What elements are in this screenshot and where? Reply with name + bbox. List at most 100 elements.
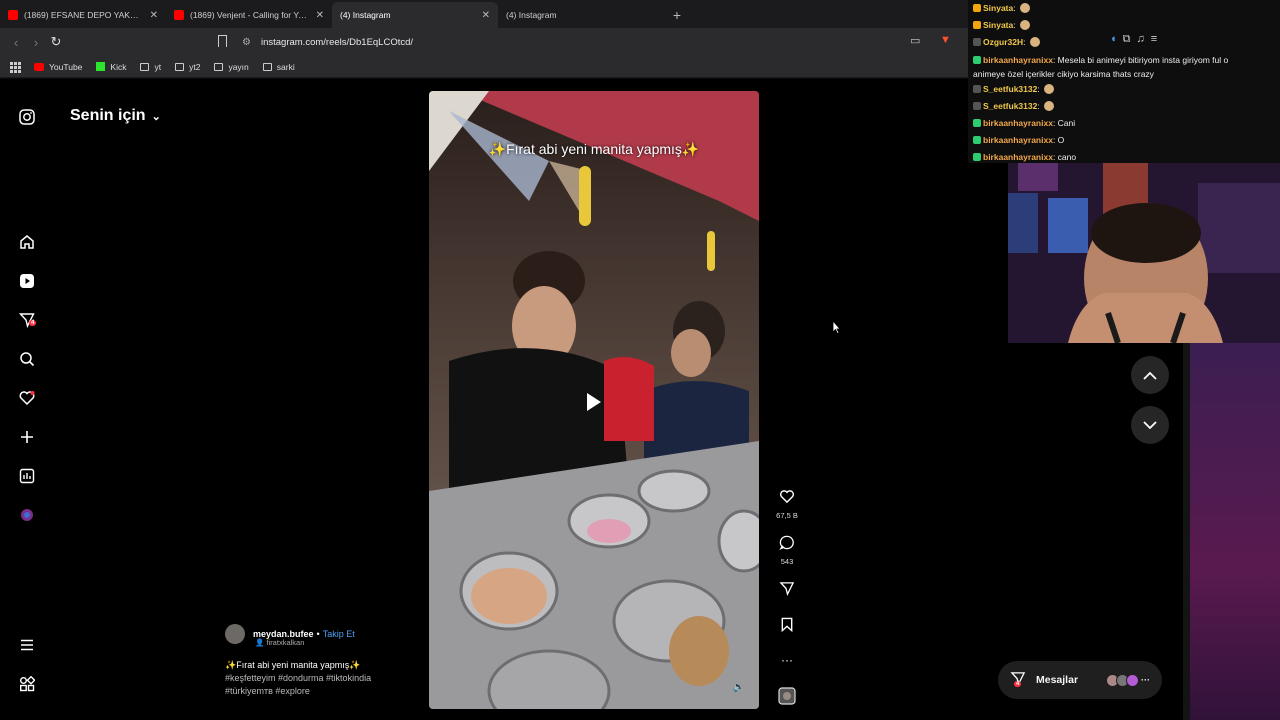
bookmark-folder-yt[interactable]: yt <box>140 62 161 72</box>
bookmark-folder-yayin[interactable]: yayın <box>214 62 249 72</box>
emote-icon <box>1044 101 1055 111</box>
youtube-icon <box>34 62 44 71</box>
notification-badge: 4 <box>29 320 37 326</box>
browser-tab-3[interactable]: (4) Instagram ✕ <box>332 2 498 28</box>
forward-icon[interactable]: › <box>26 35 46 50</box>
extensions-icon[interactable]: ⧉ <box>1123 33 1131 46</box>
chat-message: birkaanhayranixx: Cani <box>973 115 1275 132</box>
home-icon[interactable] <box>17 232 37 252</box>
post-description: ✨Fırat abi yeni manita yapmış✨ #keşfette… <box>225 660 372 696</box>
browser-tab-1[interactable]: (1869) EFSANE DEPO YAKALADIK / S✕ <box>0 2 166 28</box>
direct-messages-icon[interactable]: 4 <box>17 310 37 330</box>
site-settings-icon[interactable]: ⚙ <box>242 37 251 48</box>
youtube-icon <box>174 10 184 20</box>
browser-toolbar-icons: ◖ ⧉ ♫ ≡ <box>1110 33 1157 46</box>
url-field[interactable]: ⚙ instagram.com/reels/Db1EqLCOtcd/ <box>242 33 413 51</box>
bookmarks-bar: YouTube Kick yt yt2 yayın sarki <box>0 56 968 78</box>
menu-icon[interactable] <box>17 635 37 655</box>
feed-selector[interactable]: Senin için ⌄ <box>70 107 161 125</box>
heart-icon <box>780 490 794 504</box>
more-options-icon[interactable]: ··· <box>770 653 804 667</box>
browser-tab-2[interactable]: (1869) Venjent - Calling for You (ft. O✕ <box>166 2 332 28</box>
webcam-overlay <box>1008 163 1280 343</box>
folder-icon <box>175 62 185 71</box>
browser-menu-icon[interactable]: ≡ <box>1151 33 1157 46</box>
new-tab-button[interactable]: + <box>664 2 690 28</box>
profile-avatar[interactable] <box>17 505 37 525</box>
chat-message: S_eetfuk3132: <box>973 81 1275 98</box>
messages-button[interactable]: 4 Mesajlar ··· <box>998 661 1162 699</box>
search-icon[interactable] <box>17 349 37 369</box>
emote-icon <box>1019 3 1030 13</box>
address-bar: ‹ › ↻ ⚙ instagram.com/reels/Db1EqLCOtcd/ … <box>0 28 968 56</box>
audio-playing-icon[interactable]: ◖ <box>1110 33 1117 46</box>
emote-icon <box>1029 37 1040 47</box>
close-icon[interactable]: ✕ <box>150 10 158 21</box>
chat-message-continued: animeye özel içerikler cikiyo karsima th… <box>973 69 1154 79</box>
folder-icon <box>214 62 224 71</box>
chat-message: S_eetfuk3132: <box>973 98 1275 115</box>
messages-label: Mesajlar <box>1036 674 1079 686</box>
shield-icon[interactable]: ▼ <box>940 34 951 46</box>
apps-grid-icon[interactable] <box>10 61 21 73</box>
volume-icon[interactable]: 🔈 <box>733 682 745 693</box>
comment-count: 543 <box>780 557 794 566</box>
reels-icon[interactable] <box>17 271 37 291</box>
tab-bar: (1869) EFSANE DEPO YAKALADIK / S✕ (1869)… <box>0 0 968 28</box>
background-decoration <box>1190 343 1280 720</box>
kick-icon <box>96 62 106 71</box>
audio-thumbnail[interactable] <box>770 687 804 710</box>
stream-chat: Sinyata: Sinyata: Ozgur32H: birkaanhayra… <box>968 0 1280 163</box>
save-button[interactable] <box>770 617 804 637</box>
instagram-logo-icon[interactable] <box>17 107 37 127</box>
notifications-heart-icon[interactable] <box>17 388 37 408</box>
dashboard-icon[interactable] <box>17 466 37 486</box>
comment-button[interactable]: 543 <box>770 535 804 566</box>
video-text-overlay: ✨Fırat abi yeni manita yapmış✨ <box>488 141 700 157</box>
back-icon[interactable]: ‹ <box>6 35 26 50</box>
chevron-down-icon <box>1143 420 1157 429</box>
more-apps-icon[interactable] <box>17 674 37 694</box>
left-nav: 4 <box>0 79 54 720</box>
bookmark-folder-yt2[interactable]: yt2 <box>175 62 200 72</box>
folder-icon <box>262 62 272 71</box>
author-avatar[interactable] <box>225 624 245 644</box>
play-icon[interactable] <box>587 393 601 411</box>
youtube-icon <box>8 10 18 20</box>
reload-icon[interactable]: ↻ <box>46 34 66 50</box>
bookmark-youtube[interactable]: YouTube <box>34 62 82 72</box>
more-icon: ··· <box>1141 675 1150 685</box>
message-avatars: ··· <box>1106 673 1150 687</box>
like-count: 67,5 B <box>776 511 798 520</box>
bookmark-kick[interactable]: Kick <box>96 62 126 72</box>
previous-reel-button[interactable] <box>1131 356 1169 394</box>
create-plus-icon[interactable] <box>17 427 37 447</box>
audio-attribution[interactable]: 👤 firatxkalkan <box>255 638 425 647</box>
direct-messages-icon: 4 <box>1010 671 1026 689</box>
follow-button[interactable]: Takip Et <box>323 629 355 639</box>
bookmark-icon <box>781 617 793 633</box>
person-icon: 👤 <box>255 638 267 647</box>
mouse-cursor-icon <box>832 320 841 334</box>
browser-tab-4[interactable]: (4) Instagram <box>498 2 664 28</box>
like-button[interactable]: 67,5 B <box>770 489 804 520</box>
bookmark-icon[interactable] <box>218 35 227 47</box>
chat-message: birkaanhayranixx: O <box>973 132 1275 149</box>
share-button[interactable] <box>770 581 804 601</box>
bookmark-folder-sarki[interactable]: sarki <box>262 62 295 72</box>
audio-cover-icon <box>778 687 796 705</box>
share-icon <box>779 582 795 597</box>
emote-icon <box>1019 20 1030 30</box>
media-icon[interactable]: ♫ <box>1137 33 1145 46</box>
chat-message: Sinyata: <box>973 17 1275 34</box>
webcam-image <box>1008 163 1280 343</box>
post-hashtags[interactable]: #keşfetteyim #dondurma #tiktokindia #tür… <box>225 673 371 696</box>
close-icon[interactable]: ✕ <box>316 10 324 21</box>
next-reel-button[interactable] <box>1131 406 1169 444</box>
chevron-down-icon: ⌄ <box>151 111 161 123</box>
emote-icon <box>1044 84 1055 94</box>
chevron-up-icon <box>1143 371 1157 380</box>
comment-icon <box>779 535 794 550</box>
cast-icon[interactable]: ▭ <box>910 34 920 47</box>
close-icon[interactable]: ✕ <box>482 10 490 21</box>
